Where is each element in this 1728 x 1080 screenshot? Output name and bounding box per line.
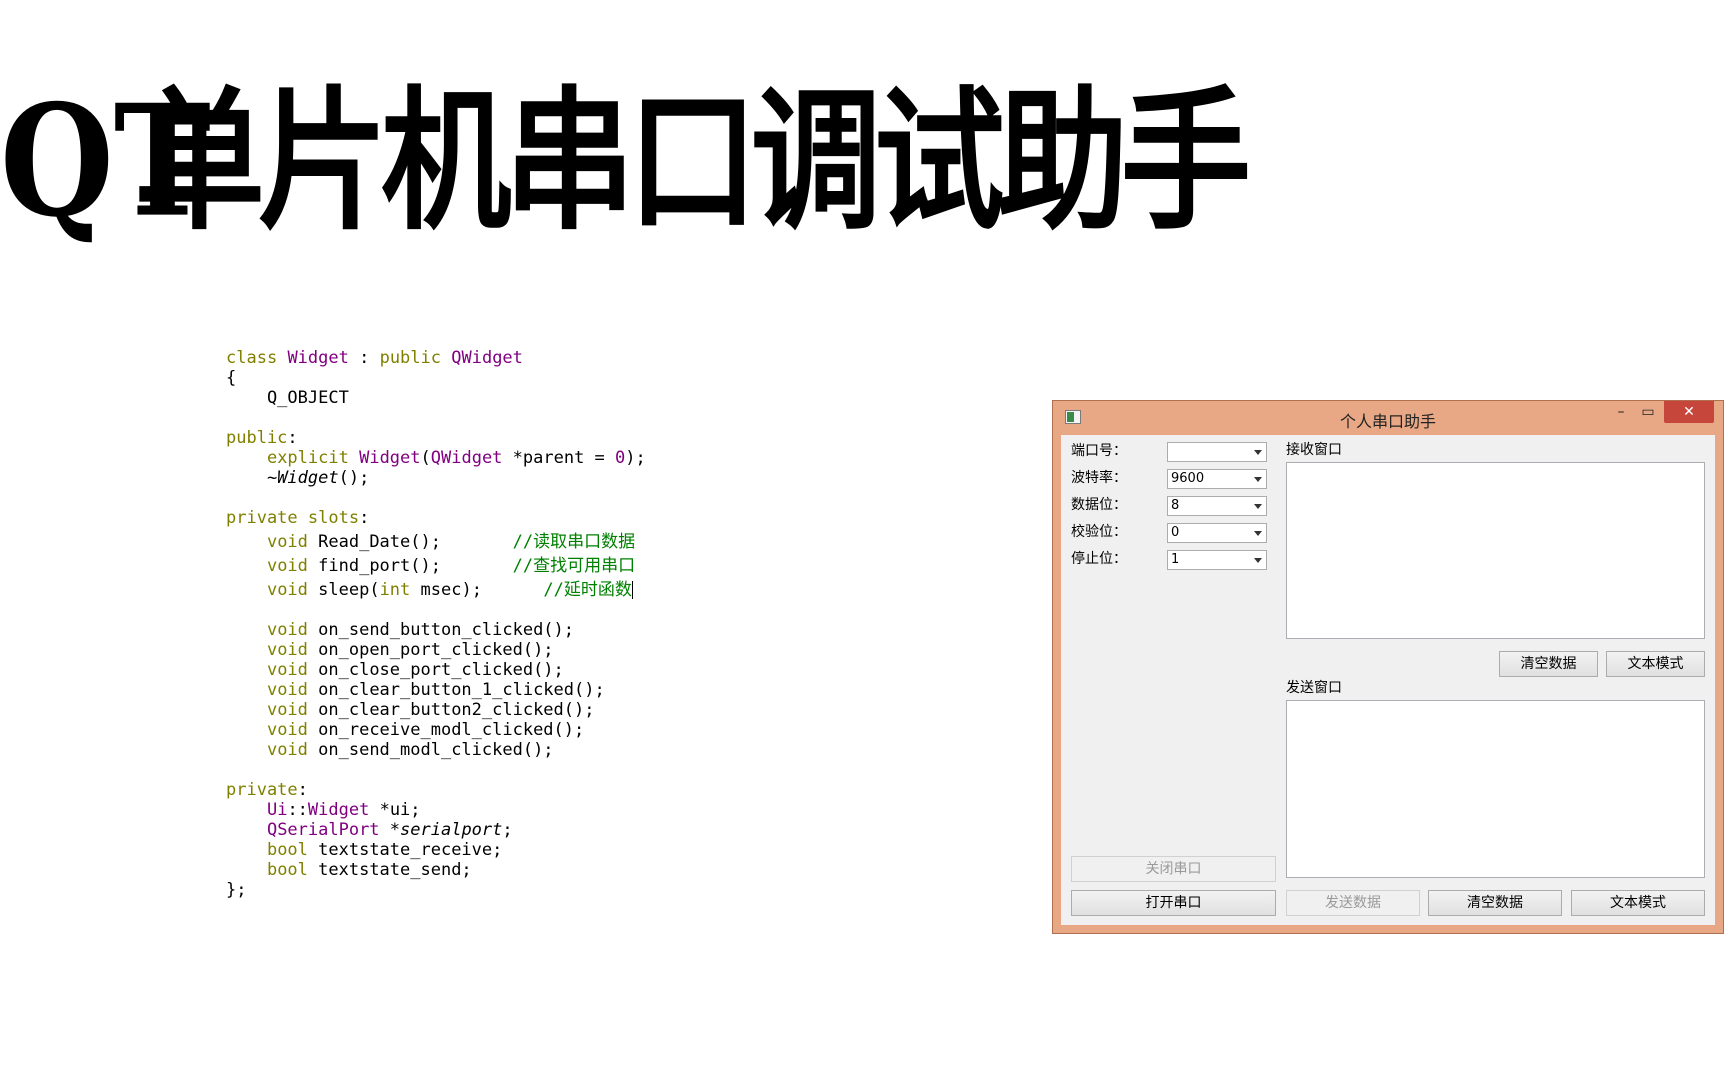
window-client-area: 端口号： 波特率： 9600 数据位： 8 校验位： 0 停止位： 1 接收窗口… <box>1061 435 1715 925</box>
code-line: }; <box>226 880 247 900</box>
open-port-button[interactable]: 打开串口 <box>1071 890 1276 916</box>
title-char: QT <box>0 72 212 252</box>
title-char: 机 <box>380 72 512 252</box>
receive-textbox[interactable] <box>1286 462 1705 639</box>
code-line: class Widget : public QWidget <box>226 348 523 368</box>
code-line: void on_send_modl_clicked(); <box>266 740 554 760</box>
maximize-button[interactable]: ▭ <box>1635 401 1661 423</box>
title-char: 调 <box>750 72 882 252</box>
code-line: void on_open_port_clicked(); <box>266 640 554 660</box>
title-char: 片 <box>257 72 389 252</box>
chevron-down-icon <box>1254 504 1262 509</box>
close-button[interactable]: ✕ <box>1664 401 1714 423</box>
chevron-down-icon <box>1254 531 1262 536</box>
chevron-down-icon <box>1254 450 1262 455</box>
send-textbox[interactable] <box>1286 700 1705 878</box>
title-char: 串 <box>504 72 635 252</box>
close-port-button[interactable]: 关闭串口 <box>1071 856 1276 882</box>
page-title: QT单片机串口调试助手 <box>0 72 1252 252</box>
code-line: void on_receive_modl_clicked(); <box>266 720 585 740</box>
parity-label: 校验位： <box>1071 524 1127 540</box>
port-label: 端口号： <box>1071 443 1127 459</box>
chevron-down-icon <box>1254 477 1262 482</box>
code-line: Q_OBJECT <box>226 388 349 408</box>
title-char: 口 <box>627 72 759 252</box>
code-line: void sleep(int msec); //延时函数 <box>266 580 633 600</box>
baud-combo[interactable]: 9600 <box>1167 469 1267 489</box>
code-line: void on_clear_button2_clicked(); <box>266 700 595 720</box>
code-line: QSerialPort *serialport; <box>266 820 513 840</box>
code-line: { <box>226 368 237 388</box>
parity-combo[interactable]: 0 <box>1167 523 1267 543</box>
code-line: bool textstate_receive; <box>266 840 503 860</box>
code-line: void on_send_button_clicked(); <box>266 620 575 640</box>
code-line: void Read_Date(); //读取串口数据 <box>266 532 636 552</box>
code-line: bool textstate_send; <box>266 860 472 880</box>
receive-mode-button[interactable]: 文本模式 <box>1606 651 1705 677</box>
code-line: public: <box>226 428 298 448</box>
port-combo[interactable] <box>1167 442 1267 462</box>
text-cursor <box>631 581 633 599</box>
serial-assistant-window: 个人串口助手 – ▭ ✕ 端口号： 波特率： 9600 数据位： 8 校验位： … <box>1052 400 1724 934</box>
stopbits-label: 停止位： <box>1071 551 1127 567</box>
receive-label: 接收窗口 <box>1286 442 1342 458</box>
stopbits-combo[interactable]: 1 <box>1167 550 1267 570</box>
code-line: private slots: <box>226 508 370 528</box>
title-char: 单 <box>134 72 265 252</box>
code-line: void on_close_port_clicked(); <box>266 660 564 680</box>
code-line: void on_clear_button_1_clicked(); <box>266 680 605 700</box>
code-line: ~Widget(); <box>226 468 370 488</box>
databits-label: 数据位： <box>1071 497 1127 513</box>
code-line: private: <box>226 780 308 800</box>
send-data-button[interactable]: 发送数据 <box>1286 890 1420 916</box>
minimize-button[interactable]: – <box>1608 401 1634 423</box>
databits-combo[interactable]: 8 <box>1167 496 1267 516</box>
send-label: 发送窗口 <box>1286 680 1342 696</box>
chevron-down-icon <box>1254 558 1262 563</box>
window-titlebar[interactable]: 个人串口助手 – ▭ ✕ <box>1053 401 1723 431</box>
code-line: Ui::Widget *ui; <box>266 800 421 820</box>
code-line: void find_port(); //查找可用串口 <box>266 556 636 576</box>
receive-clear-button[interactable]: 清空数据 <box>1499 651 1598 677</box>
code-line: explicit Widget(QWidget *parent = 0); <box>266 448 646 468</box>
title-char: 助 <box>997 72 1128 252</box>
title-char: 试 <box>874 72 1005 252</box>
send-clear-button[interactable]: 清空数据 <box>1428 890 1562 916</box>
baud-label: 波特率： <box>1071 470 1127 486</box>
title-char: 手 <box>1120 72 1252 252</box>
send-mode-button[interactable]: 文本模式 <box>1571 890 1705 916</box>
